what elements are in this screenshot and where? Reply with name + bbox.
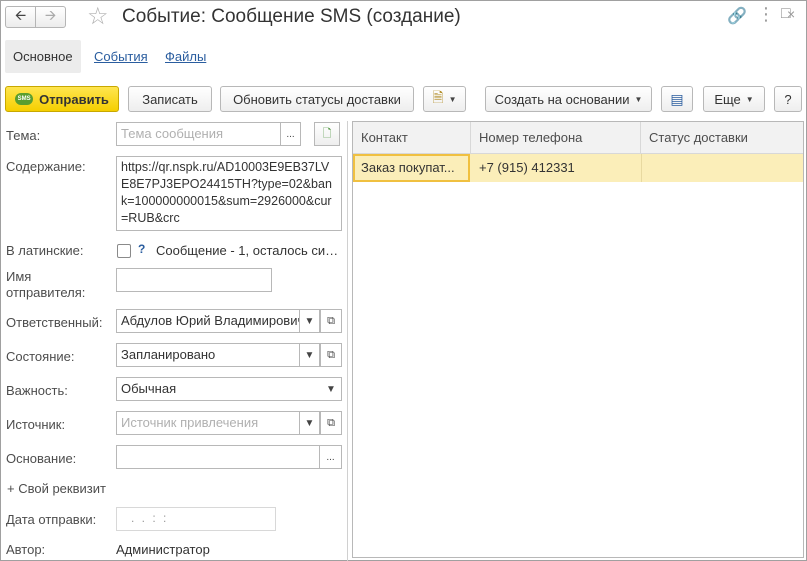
table-header: Контакт Номер телефона Статус доставки: [353, 122, 803, 154]
create-based-on-label: Создать на основании: [494, 91, 630, 107]
importance-dropdown[interactable]: ▼: [321, 377, 342, 401]
title-bar: 🡨 🡪 ☆ Событие: Сообщение SMS (создание) …: [1, 1, 806, 33]
arrow-right-icon: 🡪: [44, 7, 57, 23]
cell-phone[interactable]: +7 (915) 412331: [471, 154, 641, 182]
importance-label: Важность:: [6, 383, 68, 398]
cell-status[interactable]: [641, 154, 803, 182]
template-button[interactable]: 🗋: [314, 122, 340, 146]
source-input[interactable]: Источник привлечения: [116, 411, 300, 435]
chevron-down-icon: ▼: [304, 417, 315, 429]
help-question-icon[interactable]: ?: [138, 242, 145, 256]
more-menu-icon[interactable]: ⋮: [757, 4, 775, 25]
chevron-down-icon: ▼: [304, 315, 315, 327]
tab-files[interactable]: Файлы: [157, 40, 214, 73]
send-button-label: Отправить: [39, 91, 109, 107]
table-row[interactable]: Заказ покупат... +7 (915) 412331: [353, 154, 803, 182]
state-open-button[interactable]: ⧉: [320, 343, 342, 367]
column-header-contact[interactable]: Контакт: [353, 122, 471, 154]
print-dropdown-button[interactable]: 🗎 ▼: [423, 86, 466, 112]
create-based-on-button[interactable]: Создать на основании ▼: [485, 86, 652, 112]
column-header-phone[interactable]: Номер телефона: [471, 122, 641, 154]
save-button[interactable]: Записать: [128, 86, 212, 112]
arrow-left-icon: 🡨: [14, 7, 27, 23]
open-window-icon: ⧉: [327, 348, 335, 361]
responsible-input[interactable]: Абдулов Юрий Владимирович: [116, 309, 300, 333]
responsible-label: Ответственный:: [6, 315, 103, 330]
structure-icon: ▤: [670, 90, 684, 107]
chevron-down-icon: ▼: [745, 94, 754, 104]
tab-main[interactable]: Основное: [5, 40, 81, 73]
chevron-down-icon: ▼: [634, 94, 643, 104]
subject-label: Тема:: [6, 128, 41, 143]
insert-template-icon: 🗋: [322, 127, 332, 140]
basis-select-button[interactable]: ...: [320, 445, 342, 469]
tab-events[interactable]: События: [86, 40, 156, 73]
content-textarea[interactable]: https://qr.nspk.ru/AD10003E9EB37LVE8E7PJ…: [116, 156, 342, 231]
state-input[interactable]: Запланировано: [116, 343, 300, 367]
cell-contact[interactable]: Заказ покупат...: [353, 154, 470, 182]
responsible-open-button[interactable]: ⧉: [320, 309, 342, 333]
content-label: Содержание:: [6, 159, 86, 174]
sender-name-label-line2: отправителя:: [6, 285, 86, 300]
structure-button[interactable]: ▤: [661, 86, 693, 112]
back-button[interactable]: 🡨: [5, 6, 36, 28]
help-button[interactable]: ?: [774, 86, 802, 112]
subject-input[interactable]: Тема сообщения: [116, 122, 281, 146]
sender-name-input[interactable]: [116, 268, 272, 292]
author-label: Автор:: [6, 542, 46, 557]
more-button[interactable]: Еще ▼: [703, 86, 765, 112]
forward-button[interactable]: 🡪: [35, 6, 66, 28]
link-icon[interactable]: 🔗: [727, 6, 747, 26]
chevron-down-icon: ▼: [448, 94, 457, 104]
subject-select-button[interactable]: ...: [281, 122, 301, 146]
event-window: 🡨 🡪 ☆ Событие: Сообщение SMS (создание) …: [0, 0, 807, 561]
chevron-down-icon: ▼: [304, 349, 315, 361]
open-window-icon: ⧉: [327, 314, 335, 327]
source-dropdown[interactable]: ▼: [300, 411, 320, 435]
author-value: Администратор: [116, 542, 210, 557]
update-status-button[interactable]: Обновить статусы доставки: [220, 86, 414, 112]
document-clock-icon: 🗎: [432, 89, 444, 105]
source-label: Источник:: [6, 417, 66, 432]
window-title: Событие: Сообщение SMS (создание): [122, 6, 461, 27]
send-date-input[interactable]: . . : :: [116, 507, 276, 531]
state-dropdown[interactable]: ▼: [300, 343, 320, 367]
favorite-star-icon[interactable]: ☆: [87, 2, 109, 31]
responsible-dropdown[interactable]: ▼: [300, 309, 320, 333]
importance-select[interactable]: Обычная: [116, 377, 322, 401]
latin-label: В латинские:: [6, 243, 84, 258]
sms-icon: SMS: [15, 93, 34, 105]
send-date-label: Дата отправки:: [6, 512, 97, 527]
basis-label: Основание:: [6, 451, 77, 466]
source-open-button[interactable]: ⧉: [320, 411, 342, 435]
panel-splitter[interactable]: [347, 121, 348, 561]
sender-name-label-line1: Имя: [6, 269, 32, 284]
send-button[interactable]: SMS Отправить: [5, 86, 119, 112]
chevron-down-icon: ▼: [326, 383, 336, 395]
open-window-icon: ⧉: [327, 416, 335, 429]
add-attribute-link[interactable]: + Свой реквизит: [7, 481, 106, 496]
more-button-label: Еще: [714, 91, 741, 107]
latin-checkbox[interactable]: [117, 244, 131, 258]
message-length-hint: Сообщение - 1, осталось символов: ...: [156, 243, 339, 258]
recipients-table[interactable]: Контакт Номер телефона Статус доставки З…: [352, 121, 804, 558]
close-icon[interactable]: ×: [787, 6, 795, 22]
basis-input[interactable]: [116, 445, 320, 469]
state-label: Состояние:: [6, 349, 75, 364]
column-header-status[interactable]: Статус доставки: [641, 122, 803, 154]
